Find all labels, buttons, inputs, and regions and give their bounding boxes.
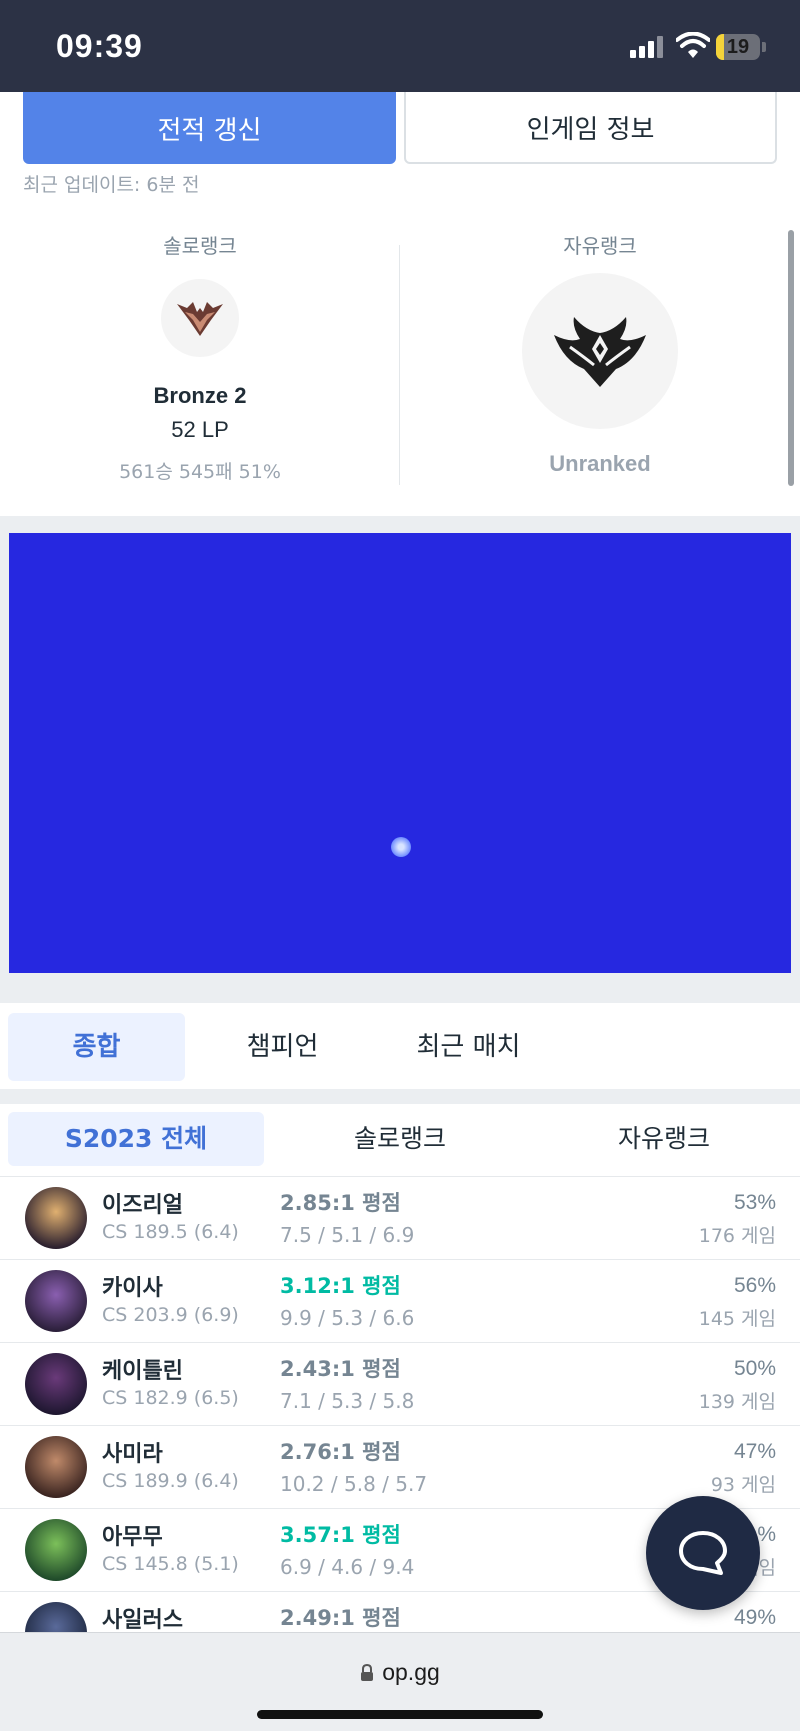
champion-row[interactable]: 사미라 CS 189.9 (6.4) 2.76:1 평점 10.2 / 5.8 / 5…: [0, 1426, 800, 1509]
champion-avatar: [25, 1270, 87, 1332]
solo-rank-card: 솔로랭크 Bronze 2 52 LP 561승 545패 51%: [0, 220, 400, 490]
main-tabs: 종합 챔피언 최근 매치: [0, 1003, 800, 1089]
champion-name: 사미라: [102, 1442, 163, 1467]
status-time: 09:39: [56, 28, 143, 64]
chat-bubble-icon: [679, 1531, 727, 1575]
scrollbar[interactable]: [788, 230, 794, 486]
champion-cs: CS 203.9 (6.9): [102, 1304, 239, 1326]
champion-cs: CS 182.9 (6.5): [102, 1387, 239, 1409]
champion-kda-stats: 7.5 / 5.1 / 6.9: [280, 1223, 415, 1247]
champion-winrate: 47%: [733, 1440, 776, 1463]
unranked-emblem-icon: [522, 273, 678, 429]
champion-cs: CS 145.8 (5.1): [102, 1553, 239, 1575]
champion-winrate: 49%: [733, 1606, 776, 1629]
chat-button[interactable]: [646, 1496, 760, 1610]
last-update-text: 최근 업데이트: 6분 전: [23, 174, 200, 196]
ingame-info-button[interactable]: 인게임 정보: [404, 92, 777, 164]
champion-row[interactable]: 케이틀린 CS 182.9 (6.5) 2.43:1 평점 7.1 / 5.3 / 5…: [0, 1343, 800, 1426]
champion-avatar: [25, 1519, 87, 1581]
champion-winrate: %: [757, 1523, 776, 1546]
solo-rank-title: 솔로랭크: [163, 234, 237, 258]
season-tab-flex[interactable]: 자유랭크: [536, 1112, 792, 1166]
battery-nub: [762, 42, 766, 52]
tab-recent-matches[interactable]: 최근 매치: [380, 1013, 557, 1081]
champion-games: 145 게임: [698, 1308, 776, 1330]
champion-avatar: [25, 1436, 87, 1498]
champion-games: 176 게임: [698, 1225, 776, 1247]
solo-record: 561승 545패 51%: [119, 461, 281, 483]
tab-champions[interactable]: 챔피언: [194, 1013, 371, 1081]
wifi-icon: [676, 32, 710, 58]
champion-kda-stats: 9.9 / 5.3 / 6.6: [280, 1306, 415, 1330]
champion-kda: 2.76:1 평점: [280, 1440, 401, 1464]
champion-row[interactable]: 이즈리얼 CS 189.5 (6.4) 2.85:1 평점 7.5 / 5.1 / 6…: [0, 1177, 800, 1260]
champion-name: 사일러스: [102, 1608, 183, 1632]
champion-name: 아무무: [102, 1525, 163, 1550]
refresh-record-button[interactable]: 전적 갱신: [23, 92, 396, 164]
tab-overview[interactable]: 종합: [8, 1013, 185, 1081]
url-display[interactable]: op.gg: [0, 1659, 800, 1686]
battery-icon: 19: [716, 34, 760, 60]
champion-winrate: 56%: [733, 1274, 776, 1297]
solo-lp: 52 LP: [171, 417, 229, 442]
home-indicator[interactable]: [257, 1710, 543, 1719]
champion-name: 케이틀린: [102, 1359, 183, 1384]
champion-name: 이즈리얼: [102, 1193, 183, 1218]
profile-rank-section: 전적 갱신 인게임 정보 최근 업데이트: 6분 전 솔로랭크 Bronze 2…: [0, 92, 800, 516]
champion-row[interactable]: 카이사 CS 203.9 (6.9) 3.12:1 평점 9.9 / 5.3 / 6.…: [0, 1260, 800, 1343]
battery-level: 19: [726, 36, 750, 58]
champion-winrate: 53%: [733, 1191, 776, 1214]
season-tab-solo[interactable]: 솔로랭크: [272, 1112, 528, 1166]
status-bar: 09:39 19: [0, 0, 800, 92]
champion-avatar: [25, 1187, 87, 1249]
champion-kda-stats: 6.9 / 4.6 / 9.4: [280, 1555, 415, 1579]
champion-avatar: [25, 1353, 87, 1415]
champion-kda: 3.57:1 평점: [280, 1523, 401, 1547]
champion-games: 139 게임: [698, 1391, 776, 1413]
champion-cs: CS 189.5 (6.4): [102, 1221, 239, 1243]
champion-winrate: 50%: [733, 1357, 776, 1380]
champion-games: 93 게임: [710, 1474, 776, 1496]
url-text: op.gg: [382, 1659, 440, 1685]
champion-kda-stats: 10.2 / 5.8 / 5.7: [280, 1472, 428, 1496]
champion-kda: 3.12:1 평점: [280, 1274, 401, 1298]
flex-rank-card: 자유랭크 Unranked: [400, 220, 800, 490]
bronze-emblem-icon: [161, 279, 239, 357]
champion-kda: 2.85:1 평점: [280, 1191, 401, 1215]
ad-banner[interactable]: [9, 533, 791, 973]
champion-avatar: [25, 1602, 87, 1632]
champion-name: 카이사: [102, 1276, 163, 1301]
champion-kda: 2.49:1 평점: [280, 1606, 401, 1630]
flex-rank-title: 자유랭크: [563, 234, 637, 258]
flex-status: Unranked: [549, 451, 651, 476]
signal-icon: [630, 36, 666, 58]
champion-cs: CS 189.9 (6.4): [102, 1470, 239, 1492]
solo-tier: Bronze 2: [153, 383, 247, 408]
season-tab-all[interactable]: S2023 전체: [8, 1112, 264, 1166]
champion-kda-stats: 7.1 / 5.3 / 5.8: [280, 1389, 415, 1413]
ad-loading-indicator: [391, 837, 411, 857]
lock-icon: [361, 1664, 374, 1681]
champion-kda: 2.43:1 평점: [280, 1357, 401, 1381]
